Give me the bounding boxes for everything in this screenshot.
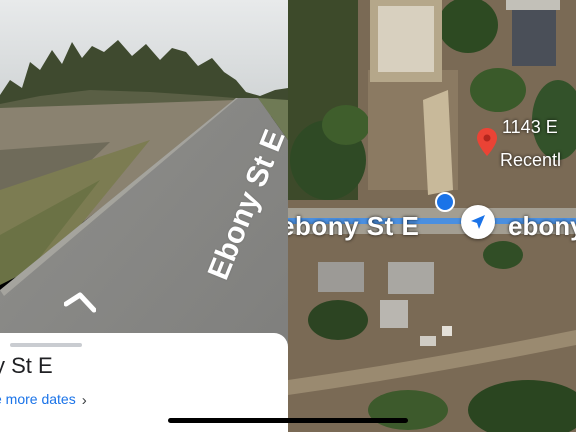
street-view-pane[interactable]: Ebony St E y St E e more dates› [0,0,288,432]
chevron-right-icon: › [81,392,87,409]
map-road-label-continued: ebony St E [508,211,576,241]
navigate-forward-chevron-icon[interactable] [64,292,96,314]
location-dot-icon [435,192,455,212]
see-more-dates-link[interactable]: e more dates › [0,391,87,409]
satellite-map-pane[interactable]: ebony St E ebony St E 1143 E Recentl [288,0,576,432]
place-title[interactable]: 1143 E [502,117,558,138]
see-more-dates-label: e more dates [0,391,76,407]
place-pin-icon[interactable] [476,127,498,157]
drag-handle[interactable] [10,343,82,347]
map-road-label: ebony St E [288,211,420,241]
navigation-arrow-icon [471,215,485,229]
navigation-arrow-button[interactable] [461,205,495,239]
place-subtitle: Recentl [500,150,562,170]
home-indicator[interactable] [168,418,408,423]
info-card-street-name: y St E [0,353,53,378]
